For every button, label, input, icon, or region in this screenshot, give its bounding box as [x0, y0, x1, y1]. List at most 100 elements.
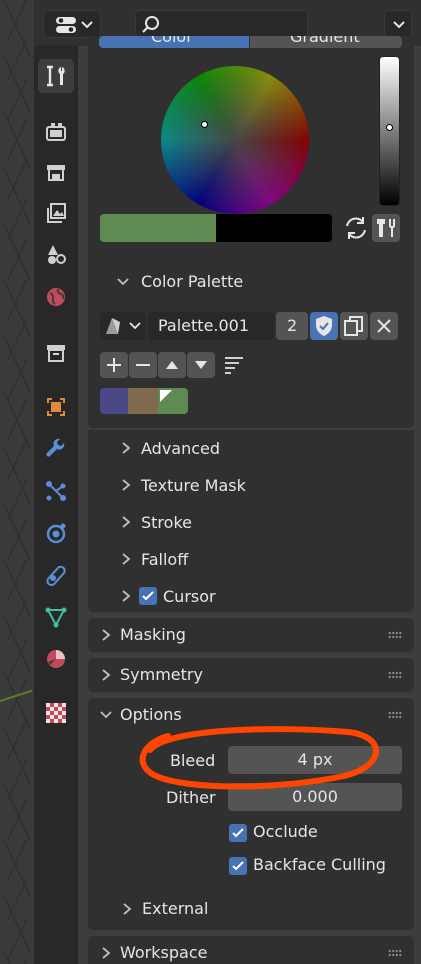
tab-render[interactable]	[38, 114, 74, 148]
swap-colors-button[interactable]	[342, 214, 370, 242]
duplicate-palette-button[interactable]	[340, 312, 368, 340]
advanced-subpanel[interactable]: Advanced	[88, 432, 414, 464]
symmetry-panel[interactable]: Symmetry	[88, 658, 414, 692]
tab-particles[interactable]	[38, 474, 74, 508]
palette-name-field[interactable]: Palette.001	[148, 312, 274, 340]
editor-type-button[interactable]	[43, 10, 101, 38]
color-panel: Color Gradient	[88, 36, 414, 301]
tab-color[interactable]: Color	[99, 36, 249, 48]
tab-gradient[interactable]: Gradient	[250, 36, 402, 48]
tab-collection[interactable]	[38, 336, 74, 370]
chevron-right-icon	[122, 553, 131, 565]
tab-object[interactable]	[38, 390, 74, 424]
brush-subpanels: Advanced Texture Mask Stroke Falloff Cur…	[88, 430, 414, 612]
occlude-label: Occlude	[253, 822, 318, 841]
palette-color-1[interactable]	[100, 388, 128, 414]
chevron-right-icon	[122, 590, 131, 602]
tab-material[interactable]	[38, 642, 74, 676]
checkmark-icon	[232, 861, 244, 871]
sort-icon	[225, 357, 243, 374]
tab-world[interactable]	[38, 280, 74, 314]
chevron-right-icon	[123, 903, 132, 915]
backface-culling-checkbox[interactable]	[229, 857, 247, 875]
tab-tool[interactable]	[38, 59, 74, 93]
object-icon	[47, 398, 65, 416]
fake-user-button[interactable]	[310, 312, 338, 340]
chevron-down-icon	[393, 21, 405, 29]
properties-tabs	[34, 46, 78, 964]
cursor-subpanel[interactable]: Cursor	[88, 580, 414, 612]
chevron-down-icon	[117, 278, 129, 286]
unified-settings-icon	[377, 219, 395, 237]
dither-field[interactable]: 0.000	[228, 783, 402, 811]
add-color-button[interactable]	[100, 352, 128, 378]
occlude-checkbox[interactable]	[229, 824, 247, 842]
view-layer-icon	[47, 203, 66, 223]
falloff-subpanel[interactable]: Falloff	[88, 543, 414, 575]
color-wheel-cursor[interactable]	[201, 121, 208, 128]
tab-view-layer[interactable]	[38, 196, 74, 230]
palette-color-3-active[interactable]	[158, 388, 188, 414]
duplicate-icon	[344, 316, 363, 336]
unlink-palette-button[interactable]	[370, 312, 398, 340]
palette-color-2[interactable]	[128, 388, 158, 414]
dither-label: Dither	[166, 788, 216, 807]
workspace-panel[interactable]: Workspace	[88, 936, 414, 964]
shield-icon	[316, 316, 332, 336]
color-palette-panel: Color Palette Palette.001 2	[88, 264, 414, 428]
value-slider-handle[interactable]	[386, 124, 393, 131]
world-icon	[47, 288, 65, 306]
checkmark-icon	[232, 828, 244, 838]
value-slider[interactable]	[379, 56, 400, 206]
cursor-checkbox[interactable]	[139, 587, 157, 605]
tab-data[interactable]	[38, 600, 74, 634]
texture-mask-subpanel[interactable]: Texture Mask	[88, 469, 414, 501]
search-input[interactable]	[135, 10, 308, 38]
drag-handle-icon[interactable]	[388, 949, 402, 957]
tab-output[interactable]	[38, 156, 74, 190]
color-palette-header[interactable]: Color Palette	[88, 264, 414, 300]
stroke-subpanel[interactable]: Stroke	[88, 506, 414, 538]
tab-scene[interactable]	[38, 238, 74, 272]
mesh-data-icon	[45, 607, 67, 628]
output-icon	[47, 165, 65, 181]
options-header[interactable]: Options	[88, 698, 414, 732]
triangle-up-icon	[166, 361, 178, 369]
tab-constraints[interactable]	[38, 558, 74, 592]
scene-icon	[48, 245, 66, 264]
properties-editor-icon	[56, 17, 93, 33]
secondary-color-swatch[interactable]	[216, 214, 332, 242]
chevron-down-icon	[100, 711, 112, 719]
sort-colors-button[interactable]	[220, 352, 248, 378]
viewport-edge	[0, 0, 34, 964]
viewport-axis-line	[0, 689, 33, 702]
palette-users-count[interactable]: 2	[276, 312, 308, 340]
remove-color-button[interactable]	[129, 352, 157, 378]
color-wheel[interactable]	[161, 66, 309, 214]
close-icon	[377, 319, 391, 333]
palette-browse-button[interactable]	[100, 312, 146, 340]
external-subpanel[interactable]: External	[88, 892, 414, 926]
tab-modifiers[interactable]	[38, 432, 74, 466]
collection-icon	[47, 345, 65, 362]
move-color-up-button[interactable]	[158, 352, 186, 378]
backface-culling-label: Backface Culling	[253, 855, 386, 874]
drag-handle-icon[interactable]	[388, 671, 402, 679]
tab-physics[interactable]	[38, 516, 74, 550]
checkmark-icon	[142, 591, 154, 601]
bleed-field[interactable]: 4 px	[228, 746, 402, 774]
move-color-down-button[interactable]	[187, 352, 215, 378]
drag-handle-icon[interactable]	[388, 631, 402, 639]
masking-panel[interactable]: Masking	[88, 618, 414, 652]
drag-handle-icon[interactable]	[388, 711, 402, 719]
header-menu-button[interactable]	[384, 10, 412, 38]
chevron-right-icon	[122, 516, 131, 528]
chevron-right-icon	[102, 629, 111, 641]
chevron-right-icon	[102, 947, 111, 959]
unified-color-toggle[interactable]	[372, 214, 400, 242]
tab-texture[interactable]	[38, 696, 74, 730]
render-icon	[46, 123, 66, 141]
plus-icon	[107, 358, 121, 372]
primary-color-swatch[interactable]	[100, 214, 216, 242]
active-color-corner-icon	[160, 390, 172, 402]
